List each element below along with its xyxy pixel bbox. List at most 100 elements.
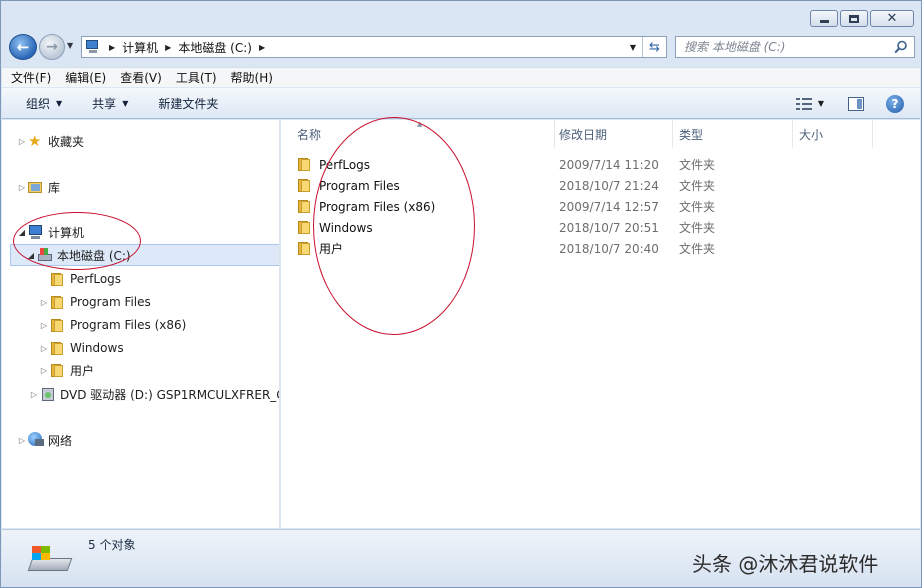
arrow-left-icon: ← — [16, 38, 30, 56]
expand-arrow-icon[interactable]: ▷ — [38, 366, 50, 375]
folder-icon — [297, 198, 313, 214]
organize-button[interactable]: 组织 ▼ — [26, 95, 62, 112]
folder-icon — [50, 294, 66, 310]
file-name: Windows — [319, 220, 373, 235]
file-name: 用户 — [319, 242, 344, 256]
file-name: Program Files (x86) — [319, 199, 436, 214]
command-bar: 组织 ▼ 共享 ▼ 新建文件夹 ▼ ? — [2, 88, 920, 119]
menu-view[interactable]: 查看(V) — [120, 69, 162, 86]
menu-bar: 文件(F) 编辑(E) 查看(V) 工具(T) 帮助(H) — [2, 67, 920, 87]
menu-file[interactable]: 文件(F) — [11, 69, 51, 86]
status-bar: 5 个对象 头条 @沐沐君说软件 — [2, 529, 920, 587]
folder-icon — [50, 362, 66, 378]
help-icon[interactable]: ? — [886, 94, 904, 113]
view-options-dropdown[interactable]: ▼ — [818, 99, 824, 108]
network-icon — [28, 432, 44, 448]
breadcrumb-arrow-icon[interactable]: ▶ — [165, 43, 171, 52]
tree-item-dvd[interactable]: ▷ DVD 驱动器 (D:) GSP1RMCULXFRER_C — [28, 383, 279, 405]
address-history-dropdown[interactable]: ▼ — [630, 43, 636, 52]
close-button[interactable]: ✕ — [870, 10, 914, 27]
explorer-window: ✕ ← → ▼ ▶ 计算机 ▶ 本地磁盘 (C:) ▶ ▼ ⇆ 文件(F) 编辑… — [0, 0, 922, 588]
file-row[interactable]: Program Files 2018/10/7 21:24 文件夹 — [293, 175, 893, 196]
collapse-arrow-icon[interactable]: ◢ — [16, 228, 28, 237]
file-row[interactable]: 用户 2018/10/7 20:40 文件夹 — [293, 238, 893, 259]
folder-icon — [297, 219, 313, 235]
menu-help[interactable]: 帮助(H) — [231, 69, 273, 86]
forward-button[interactable]: → — [39, 34, 65, 60]
column-modified-label: 修改日期 — [559, 127, 608, 142]
file-name: PerfLogs — [319, 157, 371, 172]
folder-icon — [50, 340, 66, 356]
tree-label-windows: Windows — [70, 341, 124, 355]
tree-item-network[interactable]: ▷ 网络 — [16, 429, 72, 451]
expand-arrow-icon[interactable]: ▷ — [16, 183, 28, 192]
recent-pages-button[interactable]: ▼ — [67, 41, 73, 50]
expand-arrow-icon[interactable]: ▷ — [38, 321, 50, 330]
column-header-size[interactable]: 大小 — [793, 120, 873, 148]
column-header-modified[interactable]: 修改日期 — [553, 120, 673, 148]
folder-icon — [50, 317, 66, 333]
menu-edit[interactable]: 编辑(E) — [65, 69, 106, 86]
preview-pane-icon[interactable] — [848, 96, 864, 111]
tree-item-perflogs[interactable]: PerfLogs — [38, 268, 121, 290]
expand-arrow-icon[interactable]: ▷ — [16, 436, 28, 445]
tree-item-local-disk[interactable]: ◢ 本地磁盘 (C:) — [10, 244, 279, 266]
tree-label-users: 用户 — [70, 363, 95, 378]
organize-label: 组织 — [26, 96, 51, 111]
drive-large-icon — [26, 544, 73, 574]
tree-item-favorites[interactable]: ▷ ★ 收藏夹 — [16, 130, 84, 152]
back-button[interactable]: ← — [9, 34, 37, 60]
tree-item-program-files-x86[interactable]: ▷ Program Files (x86) — [38, 314, 186, 336]
new-folder-button[interactable]: 新建文件夹 — [158, 95, 218, 112]
tree-item-computer[interactable]: ◢ 计算机 — [16, 221, 84, 243]
maximize-icon — [849, 14, 859, 23]
column-header-name[interactable]: 名称 — [291, 120, 555, 148]
folder-icon — [297, 177, 313, 193]
tree-item-program-files[interactable]: ▷ Program Files — [38, 291, 151, 313]
file-modified: 2018/10/7 20:40 — [559, 241, 659, 256]
arrow-right-icon: → — [46, 39, 58, 55]
tree-item-windows[interactable]: ▷ Windows — [38, 337, 124, 359]
watermark-text: 头条 @沐沐君说软件 — [692, 552, 879, 576]
column-header-type[interactable]: 类型 — [673, 120, 793, 148]
change-view-icon[interactable] — [795, 97, 812, 110]
library-icon — [28, 179, 44, 195]
breadcrumb-arrow-icon[interactable]: ▶ — [259, 43, 265, 52]
chevron-down-icon: ▼ — [56, 98, 63, 108]
share-button[interactable]: 共享 ▼ — [92, 95, 128, 112]
file-modified: 2009/7/14 11:20 — [559, 157, 659, 172]
chevron-down-icon: ▼ — [122, 98, 129, 108]
breadcrumb-computer[interactable]: 计算机 — [122, 39, 158, 56]
expand-arrow-icon[interactable]: ▷ — [16, 137, 28, 146]
star-icon: ★ — [28, 132, 42, 150]
breadcrumb-local-disk[interactable]: 本地磁盘 (C:) — [178, 39, 252, 56]
search-box[interactable] — [675, 36, 915, 58]
share-label: 共享 — [92, 96, 117, 111]
refresh-button[interactable]: ⇆ — [642, 37, 666, 57]
search-icon[interactable] — [894, 40, 908, 54]
maximize-button[interactable] — [840, 10, 868, 27]
file-row[interactable]: Windows 2018/10/7 20:51 文件夹 — [293, 217, 893, 238]
expand-arrow-icon[interactable]: ▷ — [38, 298, 50, 307]
minimize-icon — [819, 20, 829, 23]
file-modified: 2009/7/14 12:57 — [559, 199, 659, 214]
minimize-button[interactable] — [810, 10, 838, 27]
expand-arrow-icon[interactable]: ▷ — [28, 390, 40, 399]
expand-arrow-icon[interactable]: ▷ — [38, 344, 50, 353]
file-type: 文件夹 — [679, 221, 716, 235]
address-bar[interactable]: ▶ 计算机 ▶ 本地磁盘 (C:) ▶ ▼ ⇆ — [81, 36, 667, 58]
file-type: 文件夹 — [679, 179, 716, 193]
file-row[interactable]: PerfLogs 2009/7/14 11:20 文件夹 — [293, 154, 893, 175]
collapse-arrow-icon[interactable]: ◢ — [25, 251, 37, 260]
file-row[interactable]: Program Files (x86) 2009/7/14 12:57 文件夹 — [293, 196, 893, 217]
search-input[interactable] — [684, 40, 884, 54]
menu-tools[interactable]: 工具(T) — [176, 69, 217, 86]
tree-item-users[interactable]: ▷ 用户 — [38, 359, 94, 381]
breadcrumb-arrow-icon[interactable]: ▶ — [109, 43, 115, 52]
computer-icon — [86, 40, 102, 54]
close-icon: ✕ — [886, 11, 898, 26]
tree-item-libraries[interactable]: ▷ 库 — [16, 176, 60, 198]
tree-label-network: 网络 — [48, 433, 73, 448]
file-type: 文件夹 — [679, 158, 716, 172]
tree-label-program-files-x86: Program Files (x86) — [70, 318, 187, 332]
